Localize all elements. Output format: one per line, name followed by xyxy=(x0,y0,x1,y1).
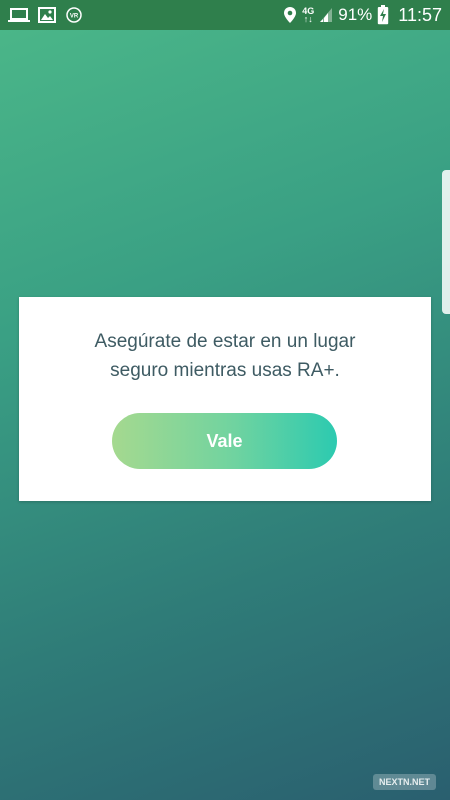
clock: 11:57 xyxy=(398,4,442,25)
battery-percent: 91% xyxy=(338,5,373,24)
status-right-icons: 4G ↑↓ 91% 11:57 xyxy=(283,5,442,26)
vr-icon: VR xyxy=(64,7,84,23)
signal-icon xyxy=(319,7,333,23)
battery-charging-icon xyxy=(377,5,389,25)
laptop-icon xyxy=(8,7,30,23)
vr-label: VR xyxy=(70,14,79,20)
network-activity-label: ↑↓ xyxy=(303,14,313,24)
safety-dialog: Asegúrate de estar en un lugar seguro mi… xyxy=(19,297,431,501)
dialog-message-line-2: seguro mientras usas RA+. xyxy=(110,360,340,381)
watermark-logo: NEXTN.NET xyxy=(372,774,436,790)
status-bar: VR 4G ↑↓ 91% 11:57 xyxy=(0,0,450,30)
location-icon xyxy=(283,6,297,24)
confirm-button[interactable]: Vale xyxy=(112,413,337,469)
image-icon xyxy=(38,7,56,23)
dialog-message-line-1: Asegúrate de estar en un lugar xyxy=(94,331,356,352)
side-panel-handle[interactable] xyxy=(442,170,450,314)
network-indicator: 4G ↑↓ xyxy=(302,7,314,24)
status-left-icons: VR xyxy=(8,7,84,23)
dialog-message: Asegúrate de estar en un lugar seguro mi… xyxy=(39,327,411,385)
